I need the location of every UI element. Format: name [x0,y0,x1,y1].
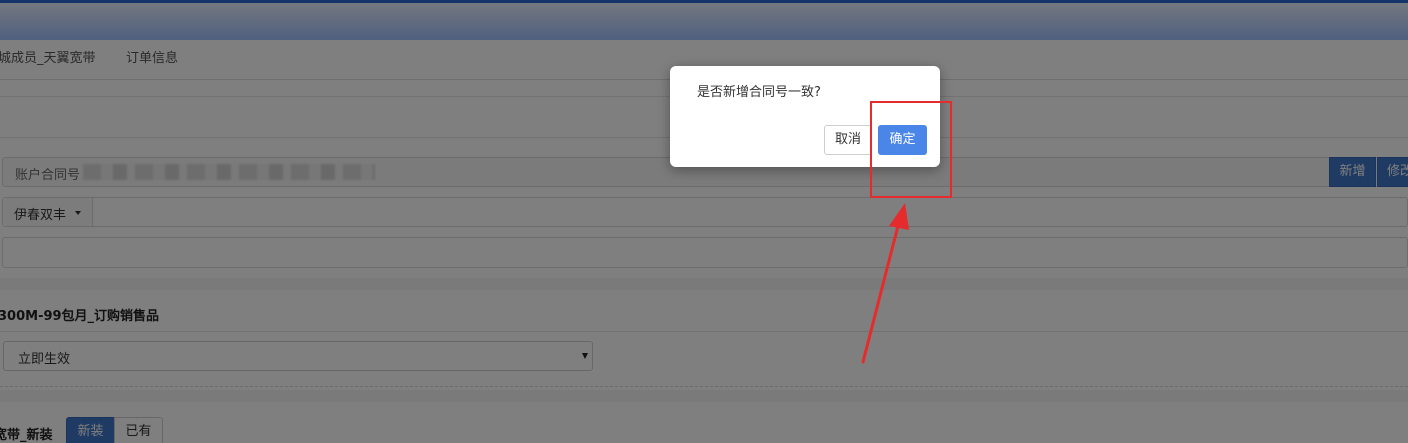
highlight-annotation-box [870,101,952,198]
cancel-button[interactable]: 取消 [824,125,872,155]
dialog-message: 是否新增合同号一致? [697,85,821,100]
